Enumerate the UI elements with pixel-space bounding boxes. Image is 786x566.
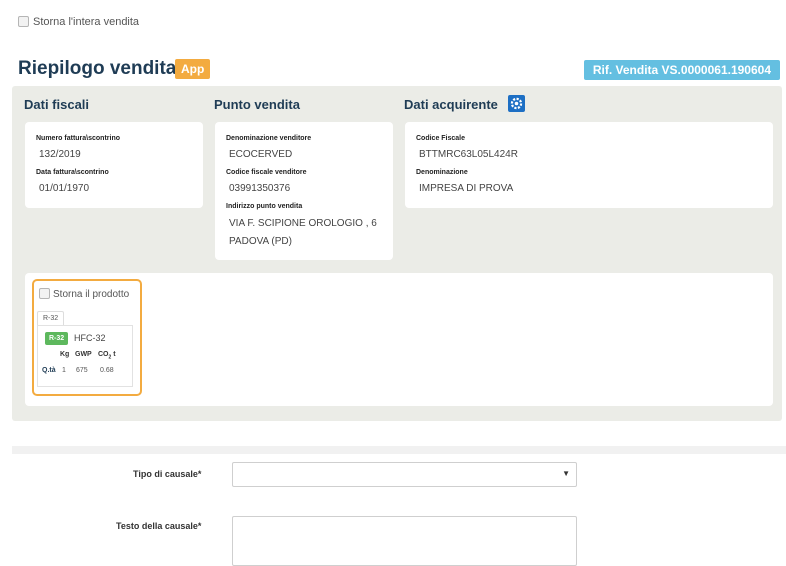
sale-reference-badge: Rif. Vendita VS.0000061.190604 — [583, 60, 780, 80]
codice-fiscale-acquirente-label: Codice Fiscale — [416, 135, 466, 142]
title-row: Riepilogo vendita App Rif. Vendita VS.00… — [18, 58, 780, 82]
testo-causale-label: Testo della causale* — [116, 521, 202, 531]
product-card: Storna il prodotto R-32 R-32 HFC-32 Kg G… — [32, 279, 142, 396]
data-fattura-value: 01/01/1970 — [39, 183, 90, 194]
gear-icon[interactable] — [507, 95, 525, 113]
numero-fattura-value: 132/2019 — [39, 149, 81, 160]
codice-fiscale-venditore-value: 03991350376 — [229, 183, 291, 194]
storna-intera-vendita-box[interactable] — [18, 15, 29, 27]
row-label-quantita: Q.tà — [42, 367, 56, 374]
codice-fiscale-acquirente-value: BTTMRC63L05L424R — [419, 149, 518, 160]
value-co2: 0.68 — [100, 367, 114, 374]
section-divider — [12, 446, 786, 454]
storna-intera-vendita-label: Storna l'intera vendita — [33, 16, 140, 28]
section-title-punto-vendita: Punto vendita — [214, 97, 300, 112]
denominazione-venditore-label: Denominazione venditore — [226, 135, 312, 142]
sale-summary-panel: Dati fiscali Punto vendita Dati acquiren… — [12, 86, 782, 421]
col-header-co2: CO2 t — [98, 351, 116, 360]
col-header-gwp: GWP — [75, 351, 92, 358]
co2-subscript: 2 — [108, 354, 112, 361]
storna-prodotto-label: Storna il prodotto — [53, 289, 130, 301]
product-detail: R-32 HFC-32 Kg GWP CO2 t Q.tà 1 675 0.68 — [37, 325, 133, 387]
products-area: Storna il prodotto R-32 R-32 HFC-32 Kg G… — [25, 273, 773, 406]
chevron-down-icon: ▼ — [562, 469, 570, 478]
app-badge: App — [175, 59, 211, 79]
section-title-acquirente: Dati acquirente — [404, 95, 525, 114]
value-gwp: 675 — [76, 367, 88, 374]
storna-intera-vendita-checkbox[interactable]: Storna l'intera vendita — [18, 15, 140, 28]
gas-badge: R-32 — [45, 332, 69, 345]
section-title-fiscali: Dati fiscali — [24, 97, 90, 112]
numero-fattura-label: Numero fattura\scontrino — [36, 135, 121, 142]
storna-prodotto-checkbox[interactable]: Storna il prodotto — [39, 288, 130, 301]
value-kg: 1 — [62, 367, 66, 374]
gas-name: HFC-32 — [74, 333, 106, 343]
testo-causale-textarea[interactable] — [232, 516, 577, 566]
punto-vendita-card: Denominazione venditore ECOCERVED Codice… — [215, 122, 393, 260]
tipo-causale-label: Tipo di causale* — [133, 469, 202, 479]
indirizzo-punto-vendita-label: Indirizzo punto vendita — [226, 203, 303, 210]
denominazione-venditore-value: ECOCERVED — [229, 149, 293, 160]
co2-unit: t — [113, 351, 116, 358]
product-tab-r32[interactable]: R-32 — [37, 311, 65, 325]
codice-fiscale-venditore-label: Codice fiscale venditore — [226, 169, 307, 176]
dati-acquirente-card: Codice Fiscale BTTMRC63L05L424R Denomina… — [405, 122, 773, 208]
storna-prodotto-box[interactable] — [39, 288, 50, 299]
tipo-causale-select[interactable]: ▼ — [232, 462, 577, 487]
indirizzo-punto-vendita-city: PADOVA (PD) — [229, 236, 292, 247]
col-header-co2-text: CO — [98, 351, 109, 358]
indirizzo-punto-vendita-value: VIA F. SCIPIONE OROLOGIO , 6 — [229, 218, 377, 229]
data-fattura-label: Data fattura\scontrino — [36, 169, 109, 176]
dati-fiscali-card: Numero fattura\scontrino 132/2019 Data f… — [25, 122, 203, 208]
section-title-acquirente-text: Dati acquirente — [404, 97, 498, 112]
denominazione-acquirente-value: IMPRESA DI PROVA — [419, 183, 514, 194]
col-header-kg: Kg — [60, 351, 70, 358]
denominazione-acquirente-label: Denominazione — [416, 169, 468, 176]
page-title: Riepilogo vendita — [18, 58, 177, 79]
